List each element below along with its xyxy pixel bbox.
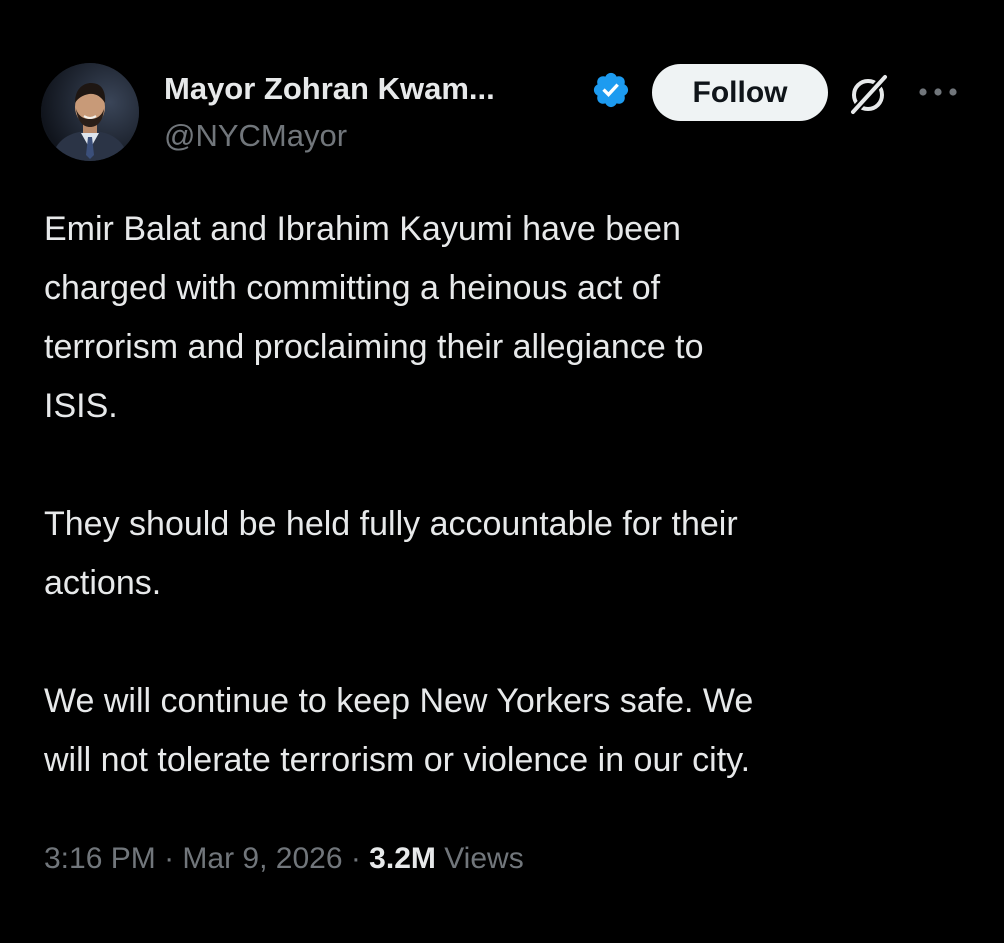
meta-separator: · bbox=[155, 842, 183, 875]
avatar-photo-icon bbox=[41, 63, 139, 161]
tweet-time[interactable]: 3:16 PM bbox=[44, 842, 156, 875]
verified-badge-icon bbox=[593, 72, 629, 108]
tweet-body: Emir Balat and Ibrahim Kayumi have been … bbox=[44, 200, 974, 849]
views-count[interactable]: 3.2M bbox=[369, 842, 436, 875]
tweet-metadata: 3:16 PM · Mar 9, 2026 · 3.2M Views bbox=[44, 842, 524, 876]
more-options-icon[interactable] bbox=[916, 82, 960, 102]
meta-separator: · bbox=[342, 842, 370, 875]
author-display-name[interactable]: Mayor Zohran Kwam... bbox=[164, 71, 495, 107]
tweet-paragraph: We will continue to keep New Yorkers saf… bbox=[44, 682, 754, 779]
grok-icon[interactable] bbox=[845, 70, 893, 118]
tweet-paragraph: Emir Balat and Ibrahim Kayumi have been … bbox=[44, 210, 704, 425]
views-label: Views bbox=[435, 842, 524, 875]
avatar[interactable] bbox=[41, 63, 139, 161]
follow-button[interactable]: Follow bbox=[652, 64, 828, 121]
author-handle[interactable]: @NYCMayor bbox=[164, 118, 347, 154]
tweet-date[interactable]: Mar 9, 2026 bbox=[182, 842, 342, 875]
tweet: Mayor Zohran Kwam... @NYCMayor Follow Em… bbox=[0, 0, 1004, 943]
tweet-paragraph: They should be held fully accountable fo… bbox=[44, 505, 738, 602]
